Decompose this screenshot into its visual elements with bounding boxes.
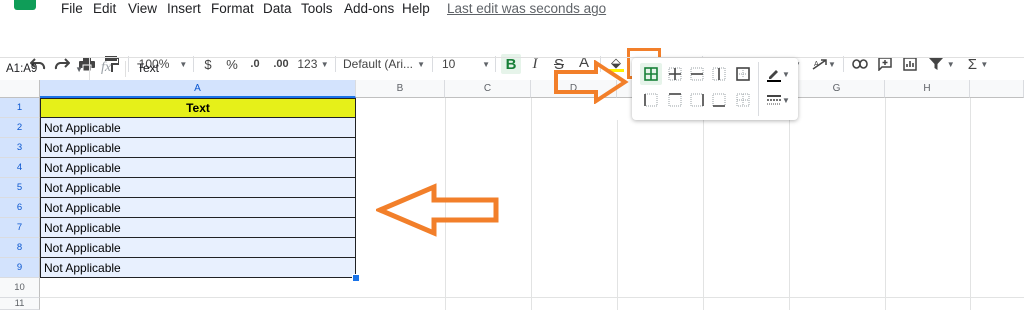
- row-header-10[interactable]: 10: [0, 278, 40, 298]
- row-header-8[interactable]: 8: [0, 238, 40, 258]
- border-top-option[interactable]: [664, 89, 686, 111]
- menu-insert[interactable]: Insert: [167, 1, 201, 16]
- cell-a8[interactable]: Not Applicable: [40, 238, 356, 258]
- row-header-6[interactable]: 6: [0, 198, 40, 218]
- chevron-down-icon: ▼: [782, 69, 790, 79]
- chevron-down-icon: ▼: [75, 64, 83, 74]
- border-horizontal-icon: [690, 67, 704, 81]
- borders-dropdown: ▼ ▼: [632, 58, 798, 120]
- row-header-9[interactable]: 9: [0, 258, 40, 278]
- row-header-11[interactable]: 11: [0, 298, 40, 310]
- border-clear-option[interactable]: [732, 89, 754, 111]
- formula-bar: A1:A9 ▼ fx Text: [0, 57, 1024, 81]
- border-outer-icon: [736, 67, 750, 81]
- column-header-c[interactable]: C: [445, 80, 531, 98]
- border-inner-option[interactable]: [664, 63, 686, 85]
- cell-a1[interactable]: Text: [40, 98, 356, 118]
- menu-tools[interactable]: Tools: [301, 1, 333, 16]
- border-right-option[interactable]: [686, 89, 708, 111]
- menu-format[interactable]: Format: [211, 1, 254, 16]
- chevron-down-icon: ▼: [782, 95, 790, 105]
- column-header-g[interactable]: G: [789, 80, 885, 98]
- border-vertical-option[interactable]: [708, 63, 730, 85]
- formula-input[interactable]: Text: [137, 61, 159, 75]
- row-header-3[interactable]: 3: [0, 138, 40, 158]
- line-style-icon: [767, 95, 782, 105]
- border-bottom-option[interactable]: [708, 89, 730, 111]
- menu-view[interactable]: View: [128, 1, 157, 16]
- border-left-icon: [644, 93, 658, 107]
- cell-a6[interactable]: Not Applicable: [40, 198, 356, 218]
- row-header-2[interactable]: 2: [0, 118, 40, 138]
- name-box-value: A1:A9: [6, 63, 38, 75]
- cell-a3[interactable]: Not Applicable: [40, 138, 356, 158]
- sheets-logo-icon[interactable]: [14, 0, 36, 10]
- annotation-arrow-right-icon: [554, 60, 629, 104]
- border-clear-icon: [736, 93, 750, 107]
- cell-a2[interactable]: Not Applicable: [40, 118, 356, 138]
- last-edit-link[interactable]: Last edit was seconds ago: [447, 1, 606, 16]
- row-header-5[interactable]: 5: [0, 178, 40, 198]
- fx-icon: fx: [101, 60, 112, 75]
- selection-fill-handle[interactable]: [352, 274, 360, 282]
- border-left-option[interactable]: [640, 89, 662, 111]
- border-right-icon: [690, 93, 704, 107]
- border-vertical-icon: [712, 67, 726, 81]
- menu-bar: File Edit View Insert Format Data Tools …: [0, 0, 1024, 22]
- toolbar: 100% ▼ $ % .0 .00 123 ▼ Default (Ari... ▼…: [0, 24, 1024, 79]
- border-all-option[interactable]: [640, 63, 662, 85]
- cell-a4[interactable]: Not Applicable: [40, 158, 356, 178]
- select-all-corner[interactable]: [0, 80, 40, 98]
- menu-data[interactable]: Data: [263, 1, 292, 16]
- cell-a7[interactable]: Not Applicable: [40, 218, 356, 238]
- cell-a9[interactable]: Not Applicable: [40, 258, 356, 278]
- column-header-a[interactable]: A: [40, 80, 356, 98]
- menu-help[interactable]: Help: [402, 1, 430, 16]
- border-top-icon: [668, 93, 682, 107]
- border-style-option[interactable]: ▼: [764, 89, 792, 111]
- row-header-4[interactable]: 4: [0, 158, 40, 178]
- menu-edit[interactable]: Edit: [93, 1, 116, 16]
- border-color-option[interactable]: ▼: [764, 63, 792, 85]
- border-horizontal-option[interactable]: [686, 63, 708, 85]
- border-all-icon: [644, 67, 658, 81]
- border-bottom-icon: [712, 93, 726, 107]
- column-header-h[interactable]: H: [885, 80, 970, 98]
- name-box[interactable]: A1:A9 ▼: [0, 58, 90, 80]
- cell-a5[interactable]: Not Applicable: [40, 178, 356, 198]
- column-header-b[interactable]: B: [356, 80, 445, 98]
- menu-addons[interactable]: Add-ons: [344, 1, 394, 16]
- row-header-7[interactable]: 7: [0, 218, 40, 238]
- border-outer-option[interactable]: [732, 63, 754, 85]
- menu-file[interactable]: File: [61, 1, 83, 16]
- border-inner-icon: [668, 67, 682, 81]
- pencil-icon: [767, 70, 782, 82]
- row-header-1[interactable]: 1: [0, 98, 40, 118]
- column-header-i[interactable]: [970, 80, 1024, 98]
- annotation-arrow-left-icon: [376, 183, 499, 237]
